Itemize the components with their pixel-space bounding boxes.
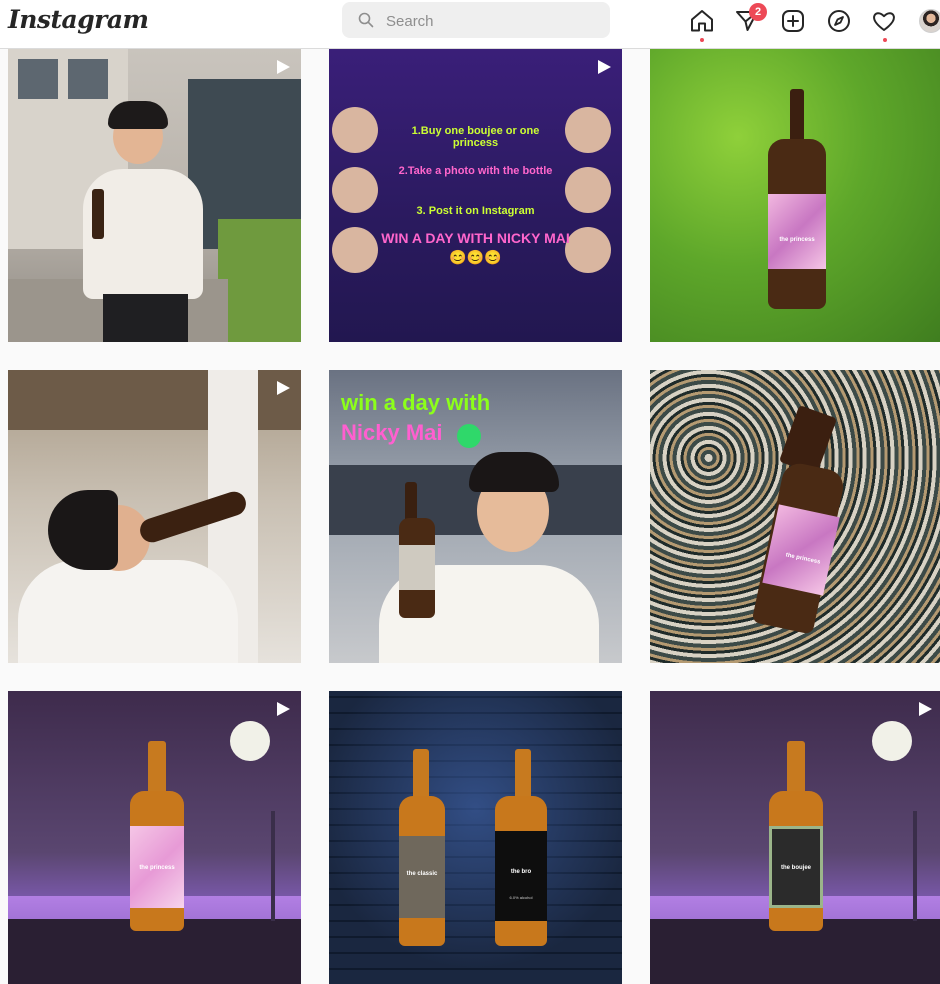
- tv-tower: [913, 811, 917, 921]
- person-hair: [48, 490, 118, 570]
- post-tile[interactable]: the boujee: [650, 691, 940, 984]
- window: [18, 59, 58, 99]
- bottle-neck: [790, 89, 804, 144]
- explore-button[interactable]: [826, 8, 852, 34]
- bottle-label-text: the princess: [139, 865, 175, 871]
- bottle-label-text: the boujee: [780, 865, 811, 871]
- bottle-label-subtext: 6.0% alcohol: [509, 895, 533, 900]
- activity-heart-icon: [873, 12, 895, 31]
- reel-icon: [277, 702, 290, 716]
- home-icon: [691, 10, 713, 32]
- profile-avatar[interactable]: [919, 9, 940, 33]
- face-sticker: [332, 227, 378, 273]
- search-box[interactable]: [342, 2, 610, 38]
- post-tile[interactable]: the princess: [650, 370, 940, 663]
- moon: [872, 721, 912, 761]
- post-tile[interactable]: 1.Buy one boujee or one princess 2.Take …: [329, 49, 622, 342]
- face-sticker: [332, 107, 378, 153]
- reel-icon: [277, 381, 290, 395]
- reel-icon: [277, 60, 290, 74]
- face-sticker: [565, 167, 611, 213]
- home-button[interactable]: [689, 8, 715, 34]
- bottle-label-text: the classic: [406, 871, 438, 877]
- person-sweater: [18, 560, 238, 663]
- lawn: [218, 219, 301, 342]
- promo-title-line-2: Nicky Mai: [341, 420, 443, 445]
- bottle-neck: [787, 741, 805, 796]
- bottle: [92, 189, 104, 239]
- activity-button[interactable]: [871, 8, 897, 34]
- explore-icon: [828, 10, 850, 32]
- bottle-neck: [148, 741, 166, 796]
- promo-headline: WIN A DAY WITH NICKY MAI 😊😊😊: [381, 230, 570, 265]
- top-navigation-bar: Instagram 2: [0, 0, 940, 49]
- bottle-label-text: the princess: [779, 237, 815, 243]
- instagram-logo[interactable]: Instagram: [8, 5, 149, 34]
- reel-icon: [598, 60, 611, 74]
- promo-step-2: 2.Take a photo with the bottle: [398, 165, 553, 177]
- post-tile[interactable]: the princess: [8, 691, 301, 984]
- post-tile[interactable]: the classic the bro 6.0% alcohol: [329, 691, 622, 984]
- tv-tower: [271, 811, 275, 921]
- search-icon: [358, 12, 374, 28]
- new-post-icon: [782, 10, 804, 32]
- messages-count-badge: 2: [749, 3, 767, 21]
- bottle-label: [495, 831, 547, 921]
- post-tile[interactable]: the princess: [650, 49, 940, 342]
- face-sticker: [332, 167, 378, 213]
- bottle-neck: [405, 482, 417, 522]
- new-post-button[interactable]: [780, 8, 806, 34]
- search-input[interactable]: [384, 8, 598, 34]
- person-hair: [469, 452, 559, 492]
- face-sticker: [565, 107, 611, 153]
- face-sticker: [565, 227, 611, 273]
- reel-icon: [919, 702, 932, 716]
- promo-step-3: 3. Post it on Instagram: [416, 205, 535, 217]
- person-hair: [108, 101, 168, 129]
- post-tile[interactable]: [8, 49, 301, 342]
- activity-dot: [883, 38, 887, 42]
- home-active-dot: [700, 38, 704, 42]
- promo-title-line-1: win a day with: [341, 390, 491, 415]
- person-trousers: [103, 294, 188, 342]
- promo-step-1: 1.Buy one boujee or one princess: [411, 125, 540, 149]
- moon: [230, 721, 270, 761]
- window: [68, 59, 108, 99]
- bottle-label: [399, 836, 445, 918]
- post-tile[interactable]: [8, 370, 301, 663]
- bottle-label: [768, 194, 826, 269]
- spotlight: [329, 691, 622, 984]
- post-tile[interactable]: win a day with Nicky Mai: [329, 370, 622, 663]
- brand-logo-badge: [457, 424, 481, 448]
- bottle-label-text: the bro: [510, 869, 532, 875]
- bottle-label: [399, 545, 435, 590]
